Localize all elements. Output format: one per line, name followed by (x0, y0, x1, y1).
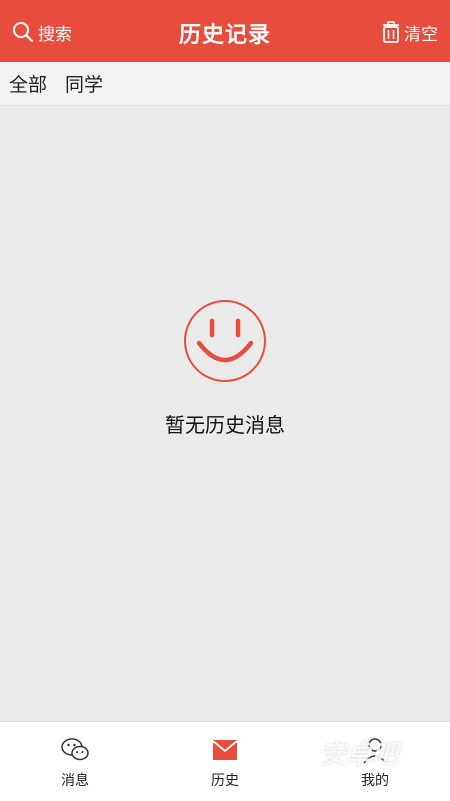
clear-label: 清空 (404, 24, 438, 45)
history-content: 暂无历史消息 (0, 107, 450, 721)
trash-icon (383, 21, 399, 43)
smile-icon (184, 300, 266, 382)
filter-classmates[interactable]: 同学 (65, 70, 103, 97)
filter-all[interactable]: 全部 (9, 70, 47, 97)
tab-history-label: 历史 (211, 773, 239, 789)
top-app-bar: 搜索 历史记录 清空 (0, 0, 450, 62)
filter-bar: 全部 同学 (0, 62, 450, 106)
tab-mine-label: 我的 (361, 773, 389, 789)
empty-message: 暂无历史消息 (165, 413, 285, 437)
clear-button[interactable]: 清空 (382, 18, 438, 46)
envelope-icon (212, 740, 238, 760)
watermark-logo: 安卓吧 (320, 740, 399, 770)
tab-history[interactable]: 历史 (150, 722, 300, 801)
tab-messages-label: 消息 (61, 773, 89, 789)
tab-messages[interactable]: 消息 (0, 722, 150, 801)
chat-bubbles-icon (61, 738, 89, 761)
